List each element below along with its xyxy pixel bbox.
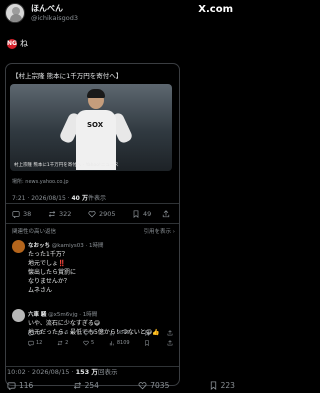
divider xyxy=(6,203,179,204)
bookmark-stat[interactable]: 49 xyxy=(132,208,162,220)
reply-actions: 12 2 5 8109 xyxy=(28,340,175,346)
share-stat[interactable] xyxy=(162,208,173,220)
like-stat[interactable]: 7035 xyxy=(138,381,169,390)
repost-stat[interactable]: 254 xyxy=(73,381,99,390)
brand-logo: X.com xyxy=(198,4,233,15)
bookmark-stat[interactable] xyxy=(144,340,152,346)
repost-icon xyxy=(73,381,81,390)
photo-caption: 村上宗隆 熊本に1千万円を寄付へ - Yahoo!ニュース xyxy=(14,163,119,168)
bookmark-icon xyxy=(133,210,139,218)
heart-icon xyxy=(83,340,89,346)
card-meta: 7:21 · 2026/08/15 · 40 万件表示 xyxy=(12,195,106,202)
avatar[interactable] xyxy=(12,240,25,253)
divider xyxy=(6,223,179,224)
reply-header: 六車 騒 @x5m6vjg · 1時間 xyxy=(28,310,97,318)
reply-stat[interactable]: 38 xyxy=(12,208,48,220)
reply-text: たった1千万？ 地元でしょ‼️ 懐出したら賞罰に なりませんか？ ムネさん xyxy=(28,251,77,294)
view-quotes-link[interactable]: 引用を表示 › xyxy=(144,227,175,235)
post-header: ほんべん @ichikaisgod3 X.com xyxy=(5,2,235,24)
card-title: 【村上宗隆 熊本に1千万円を寄付へ】 xyxy=(12,72,123,80)
post-meta: 10:02 · 2026/08/15 · 153 万回表示 xyxy=(7,368,118,376)
reply-display-name[interactable]: 六車 騒 xyxy=(28,312,46,318)
bookmark-icon xyxy=(145,340,150,346)
views-icon xyxy=(109,341,114,346)
reply-header: なおッち @kamiys03 · 1時間 xyxy=(28,241,103,249)
reply-text: いや、流石に少なすぎる😅 地元だったら、最低でも5億から！つないと😅👍 xyxy=(28,320,160,336)
repost-icon xyxy=(48,210,56,218)
share-icon xyxy=(162,210,170,218)
reply-stat[interactable]: 12 xyxy=(28,340,42,346)
repost-stat[interactable]: 322 xyxy=(48,208,88,220)
reply-item[interactable]: なおッち @kamiys03 · 1時間 たった1千万？ 地元でしょ‼️ 懐出し… xyxy=(12,240,175,336)
avatar[interactable] xyxy=(5,3,25,23)
reply-display-name[interactable]: なおッち xyxy=(28,243,50,249)
reply-handle[interactable]: @x5m6vjg · 1時間 xyxy=(48,312,97,318)
heart-icon xyxy=(138,382,147,390)
reply-icon xyxy=(12,211,20,218)
reply-icon xyxy=(28,340,34,346)
heart-icon xyxy=(88,211,96,218)
post-text: NG ね xyxy=(7,38,28,49)
ng-badge-icon: NG xyxy=(7,38,17,49)
bookmark-stat[interactable]: 223 xyxy=(209,381,235,390)
share-stat[interactable] xyxy=(167,340,175,346)
brand-text: X.com xyxy=(198,4,233,15)
reply-icon xyxy=(7,382,16,390)
reply-handle[interactable]: @kamiys03 · 1時間 xyxy=(52,243,104,249)
avatar[interactable] xyxy=(12,309,25,322)
quoted-post-card[interactable]: 【村上宗隆 熊本に1千万円を寄付へ】 SOX 村上宗隆 熊本に1千万円を寄付へ … xyxy=(5,63,180,386)
card-link[interactable]: 場所: news.yahoo.co.jp xyxy=(12,178,69,185)
reply-item[interactable]: 六車 騒 @x5m6vjg · 1時間 いや、流石に少なすぎる😅 地元だったら、… xyxy=(12,309,175,359)
like-stat[interactable]: 5 xyxy=(83,340,94,346)
reply-stat[interactable]: 116 xyxy=(7,381,33,390)
user-handle[interactable]: @ichikaisgod3 xyxy=(31,14,78,22)
like-stat[interactable]: 2905 xyxy=(88,208,132,220)
post-stats: 116 254 7035 223 xyxy=(7,381,235,390)
views-stat[interactable]: 8109 xyxy=(109,340,130,346)
repost-icon xyxy=(57,340,63,346)
display-name[interactable]: ほんべん xyxy=(31,3,63,14)
share-icon xyxy=(167,340,173,346)
repost-stat[interactable]: 2 xyxy=(57,340,68,346)
bookmark-icon xyxy=(210,381,216,390)
news-photo[interactable]: SOX 村上宗隆 熊本に1千万円を寄付へ - Yahoo!ニュース xyxy=(10,84,172,171)
player-illustration: SOX xyxy=(58,88,134,170)
reply-sort-bar: 関連性の高い返信 引用を表示 › xyxy=(12,227,175,235)
post-body: ね xyxy=(20,39,28,48)
card-stats: 38 322 2905 49 xyxy=(12,208,177,220)
sort-dropdown[interactable]: 関連性の高い返信 xyxy=(12,227,56,235)
